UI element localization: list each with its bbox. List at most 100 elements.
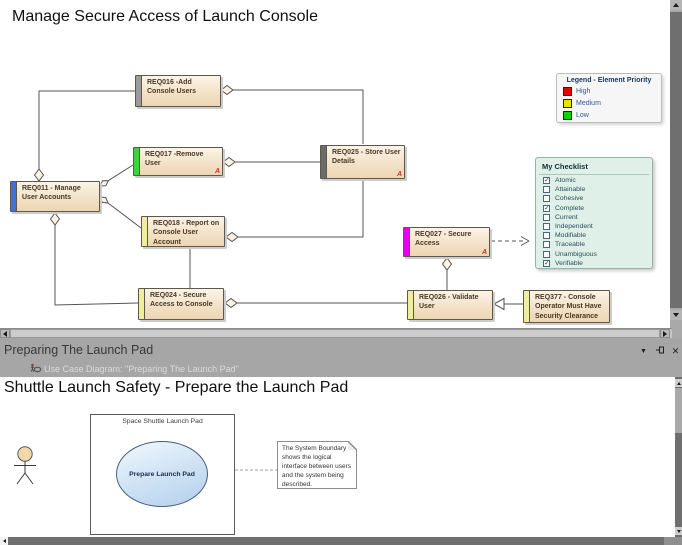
checklist-label: Attainable bbox=[555, 186, 585, 193]
checkbox-icon[interactable] bbox=[543, 232, 550, 239]
req-node-req025[interactable]: REQ025 - Store User Details A bbox=[320, 145, 405, 179]
diagram-type-label: Use Case Diagram: "Preparing The Launch … bbox=[44, 364, 239, 374]
checklist-item[interactable]: Cohesive bbox=[543, 194, 652, 203]
horizontal-scrollbar-top[interactable] bbox=[0, 328, 672, 338]
legend-title: Legend - Element Priority bbox=[557, 77, 661, 84]
aggregation-diamond bbox=[223, 158, 235, 167]
checkbox-icon[interactable] bbox=[543, 195, 550, 202]
app-window: Manage Secure Access of Launch Console bbox=[0, 0, 682, 545]
checklist-item[interactable]: Independent bbox=[543, 222, 652, 231]
chevron-down-icon[interactable]: ▼ bbox=[638, 346, 649, 357]
scrollbar-thumb[interactable] bbox=[675, 388, 682, 433]
use-case-diagram-pane[interactable]: Shuttle Launch Safety - Prepare the Laun… bbox=[0, 377, 682, 537]
actor-icon bbox=[10, 446, 60, 490]
scroll-down-button[interactable] bbox=[670, 310, 682, 320]
aggregation-diamond bbox=[35, 169, 44, 181]
legend-item: Low bbox=[563, 110, 661, 120]
req-node-req027[interactable]: REQ027 - Secure Access A bbox=[403, 227, 490, 257]
req-node-req016[interactable]: REQ016 -Add Console Users bbox=[135, 75, 221, 107]
arrow-up-icon bbox=[673, 3, 679, 7]
req-label: REQ026 - Validate User bbox=[419, 293, 489, 312]
checklist-item[interactable]: Modifiable bbox=[543, 231, 652, 240]
priority-bar bbox=[524, 291, 530, 322]
scroll-down-button[interactable] bbox=[675, 527, 682, 535]
checklist-item[interactable]: Traceable bbox=[543, 240, 652, 249]
legend-panel: Legend - Element Priority High Medium Lo… bbox=[556, 73, 662, 123]
req-node-req024[interactable]: REQ024 - Secure Access to Console bbox=[138, 288, 224, 320]
checklist-label: Current bbox=[555, 214, 578, 221]
note-fold-corner bbox=[348, 441, 357, 450]
arrow-down-icon bbox=[677, 530, 681, 533]
checkbox-icon[interactable]: ✓ bbox=[543, 205, 550, 212]
req-label: REQ017 -Remove User bbox=[145, 150, 219, 169]
arrow-left-icon bbox=[3, 539, 6, 543]
req-node-req017[interactable]: REQ017 -Remove User A bbox=[133, 147, 223, 176]
scrollbar-thumb[interactable] bbox=[670, 12, 682, 308]
checkbox-icon[interactable] bbox=[543, 223, 550, 230]
req-label: REQ016 -Add Console Users bbox=[147, 78, 217, 97]
priority-bar bbox=[408, 291, 414, 319]
req-label: REQ018 - Report on Console User Account bbox=[153, 219, 221, 247]
actor-ground-crew[interactable]: Ground Crew bbox=[10, 446, 60, 490]
checkbox-icon[interactable] bbox=[543, 251, 550, 258]
dependency-arrow bbox=[521, 237, 529, 242]
pin-icon[interactable] bbox=[654, 345, 665, 358]
pane-header[interactable]: Preparing The Launch Pad ▼ ✕ Use Case Di… bbox=[0, 338, 682, 377]
checklist-item[interactable]: ✓ Complete bbox=[543, 204, 652, 213]
connector-req011-req017 bbox=[108, 165, 133, 181]
priority-bar bbox=[321, 146, 327, 178]
checkbox-icon[interactable] bbox=[543, 241, 550, 248]
checklist-label: Atomic bbox=[555, 177, 576, 184]
scroll-up-button[interactable] bbox=[675, 379, 682, 387]
breadcrumb[interactable]: Use Case Diagram: "Preparing The Launch … bbox=[30, 360, 239, 378]
use-case-prepare-launch-pad[interactable]: Prepare Launch Pad bbox=[116, 441, 208, 507]
checklist-panel: My Checklist ✓ Atomic Attainable Cohesiv… bbox=[535, 157, 653, 269]
vertical-scrollbar-top[interactable] bbox=[670, 0, 682, 328]
scroll-left-button[interactable] bbox=[0, 329, 10, 338]
checklist-label: Cohesive bbox=[555, 195, 583, 202]
req-node-req011[interactable]: REQ011 - Manage User Accounts bbox=[10, 181, 100, 212]
req-node-req018[interactable]: REQ018 - Report on Console User Account bbox=[141, 216, 225, 247]
legend-label: High bbox=[576, 88, 590, 95]
note-element[interactable]: The System Boundary shows the logical in… bbox=[277, 441, 357, 489]
checklist-item[interactable]: ✓ Atomic bbox=[543, 176, 652, 185]
checkbox-icon[interactable] bbox=[543, 214, 550, 221]
horizontal-scrollbar-bottom[interactable] bbox=[0, 537, 682, 545]
checklist-title: My Checklist bbox=[542, 162, 652, 171]
checklist-item[interactable]: ✓ Verifiable bbox=[543, 259, 652, 268]
vertical-scrollbar-bottom[interactable] bbox=[675, 377, 682, 537]
checklist-item[interactable]: Unambiguous bbox=[543, 250, 652, 259]
arrow-up-icon bbox=[677, 382, 681, 385]
aggregation-diamond bbox=[100, 197, 108, 203]
aggregation-diamond bbox=[51, 213, 60, 225]
connector-req018-req025 bbox=[238, 180, 363, 237]
checkbox-icon[interactable]: ✓ bbox=[543, 260, 550, 267]
scroll-left-button[interactable] bbox=[0, 537, 8, 545]
scroll-right-button[interactable] bbox=[660, 329, 670, 338]
boundary-label: Space Shuttle Launch Pad bbox=[91, 418, 234, 425]
checklist-item[interactable]: Attainable bbox=[543, 185, 652, 194]
priority-bar bbox=[142, 217, 148, 246]
scrollbar-thumb[interactable] bbox=[10, 329, 660, 338]
checkbox-icon[interactable] bbox=[543, 186, 550, 193]
requirements-diagram-pane[interactable]: Manage Secure Access of Launch Console bbox=[0, 0, 682, 328]
req-node-req377[interactable]: REQ377 - Console Operator Must Have Secu… bbox=[523, 290, 610, 323]
priority-color-swatch bbox=[563, 99, 572, 108]
priority-bar bbox=[134, 148, 140, 175]
checklist-label: Complete bbox=[555, 205, 584, 212]
scrollbar-thumb[interactable] bbox=[8, 537, 664, 545]
aggregation-diamond bbox=[443, 258, 452, 270]
close-icon[interactable]: ✕ bbox=[670, 346, 681, 357]
req-node-req026[interactable]: REQ026 - Validate User bbox=[407, 290, 493, 320]
status-marker: A bbox=[397, 171, 402, 178]
checkbox-icon[interactable]: ✓ bbox=[543, 177, 550, 184]
legend-item: High bbox=[563, 86, 661, 96]
priority-color-swatch bbox=[563, 111, 572, 120]
dependency-arrow bbox=[521, 241, 529, 246]
aggregation-diamond bbox=[221, 86, 233, 95]
use-case-label: Prepare Launch Pad bbox=[121, 471, 203, 478]
scroll-up-button[interactable] bbox=[670, 0, 682, 10]
arrow-right-icon bbox=[663, 331, 667, 337]
checklist-label: Unambiguous bbox=[555, 251, 597, 258]
checklist-item[interactable]: Current bbox=[543, 213, 652, 222]
